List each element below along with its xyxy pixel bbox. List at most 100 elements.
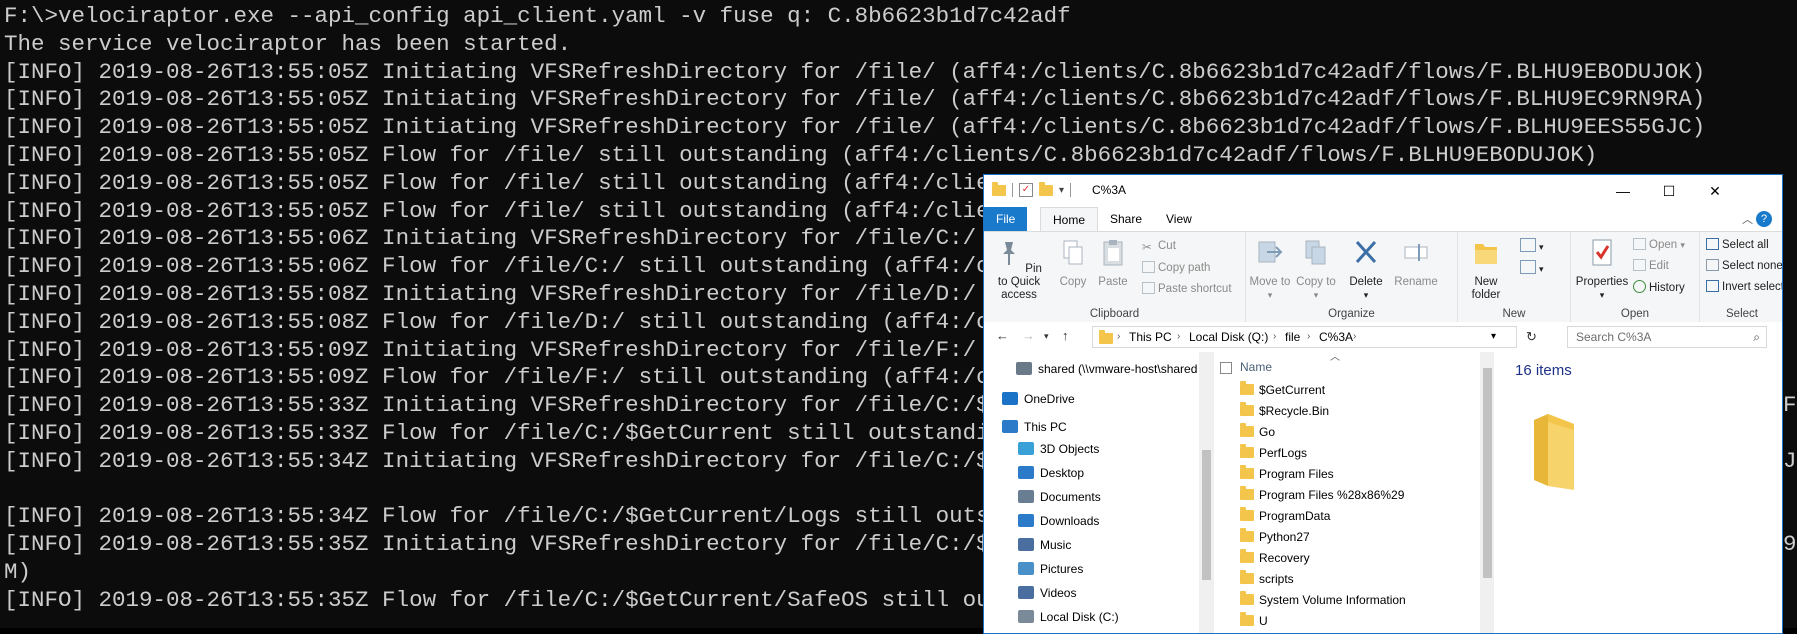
invert-selection-button[interactable]: Invert selection xyxy=(1706,280,1782,293)
details-pane: 16 items xyxy=(1494,352,1782,633)
address-bar-row: ← → ▾ ↑ › This PC › Local Disk (Q:) › fi… xyxy=(984,322,1782,352)
chevron-right-icon: › xyxy=(1307,331,1311,342)
nav-item-label: Videos xyxy=(1040,586,1077,600)
list-item[interactable]: Program Files xyxy=(1240,464,1334,485)
copy-to-button[interactable]: Copy to ▾ xyxy=(1294,238,1338,302)
list-item[interactable]: Python27 xyxy=(1240,527,1310,548)
pin-quick-access-button[interactable]: Pin to Quick access xyxy=(990,238,1048,302)
folder-icon xyxy=(1240,507,1254,521)
nav-item[interactable]: Music xyxy=(1018,534,1071,556)
delete-button[interactable]: Delete ▾ xyxy=(1344,238,1388,302)
list-item[interactable]: Program Files %28x86%29 xyxy=(1240,485,1404,506)
nav-item-label: Desktop xyxy=(1040,466,1085,480)
address-bar[interactable]: › This PC › Local Disk (Q:) › file › C%3… xyxy=(1092,326,1517,348)
paste-shortcut-icon xyxy=(1142,282,1155,294)
edit-icon xyxy=(1633,259,1646,271)
cut-button[interactable]: ✂ Cut xyxy=(1142,240,1176,254)
paste-button[interactable]: Paste xyxy=(1096,238,1130,289)
new-folder-button[interactable]: New folder xyxy=(1462,238,1510,302)
folder-icon xyxy=(1240,591,1254,605)
copy-path-icon xyxy=(1142,261,1155,273)
nav-item-label: OneDrive xyxy=(1024,392,1075,406)
breadcrumb-this-pc[interactable]: This PC xyxy=(1129,327,1172,347)
back-button[interactable]: ← xyxy=(996,328,1009,343)
address-dropdown-icon[interactable]: ▾ xyxy=(1491,327,1496,347)
nav-item[interactable]: This PC xyxy=(1002,416,1067,438)
nav-item[interactable]: shared (\\vmware-host\shared xyxy=(1016,358,1197,380)
nav-item[interactable]: Videos xyxy=(1018,582,1076,604)
nav-item-label: shared (\\vmware-host\shared xyxy=(1038,362,1198,376)
properties-button[interactable]: Properties ▾ xyxy=(1573,238,1631,302)
breadcrumb-current[interactable]: C%3A xyxy=(1319,327,1353,347)
new-item-button[interactable]: ▾ xyxy=(1520,238,1544,253)
cloud-icon xyxy=(1002,392,1018,405)
list-item[interactable]: Recovery xyxy=(1240,548,1310,569)
window-title: C%3A xyxy=(1092,183,1127,197)
history-button[interactable]: History xyxy=(1633,280,1685,294)
column-header-name[interactable]: Name xyxy=(1240,360,1272,374)
tab-share[interactable]: Share xyxy=(1098,207,1154,231)
tab-view[interactable]: View xyxy=(1154,207,1204,231)
nav-scrollbar[interactable] xyxy=(1199,352,1214,633)
list-item[interactable]: scripts xyxy=(1240,569,1294,590)
chevron-right-icon: › xyxy=(1177,331,1181,342)
list-item[interactable]: PerfLogs xyxy=(1240,443,1307,464)
forward-button[interactable]: → xyxy=(1022,328,1035,343)
search-input[interactable]: Search C%3A ⌕ xyxy=(1567,326,1767,348)
tab-home[interactable]: Home xyxy=(1040,207,1099,232)
new-folder-quick-icon[interactable] xyxy=(1039,181,1053,196)
properties-quick-icon[interactable]: ✓ xyxy=(1019,183,1033,197)
folder-icon xyxy=(1240,486,1254,500)
list-item[interactable]: U xyxy=(1240,611,1268,632)
folder-icon xyxy=(1240,549,1254,563)
select-all-button[interactable]: Select all xyxy=(1706,238,1769,251)
collapse-ribbon-icon[interactable]: ︿ xyxy=(1742,211,1753,227)
chevron-down-icon[interactable]: ▾ xyxy=(1059,185,1064,196)
rename-button[interactable]: Rename xyxy=(1392,238,1440,289)
edit-button[interactable]: Edit xyxy=(1633,259,1669,272)
maximize-button[interactable]: ☐ xyxy=(1646,175,1692,207)
nav-item[interactable]: Pictures xyxy=(1018,558,1083,580)
folder-icon xyxy=(1099,330,1113,344)
list-item-label: PerfLogs xyxy=(1259,446,1308,460)
nav-item-label: Documents xyxy=(1040,490,1101,504)
open-button[interactable]: Open ▾ xyxy=(1633,238,1685,251)
nav-item[interactable]: Local Disk (C:) xyxy=(1018,606,1119,628)
nav-item[interactable]: OneDrive xyxy=(1002,388,1075,410)
list-item[interactable]: Go xyxy=(1240,422,1275,443)
console-line: [INFO] 2019-08-26T13:55:35Z Initiating V… xyxy=(4,531,1017,558)
close-button[interactable]: ✕ xyxy=(1692,175,1738,207)
easy-access-button[interactable]: ▾ xyxy=(1520,260,1544,275)
file-list-scrollbar[interactable] xyxy=(1480,352,1495,633)
title-bar[interactable]: ✓ ▾ C%3A — ☐ ✕ xyxy=(984,175,1782,207)
scissors-icon: ✂ xyxy=(1142,242,1152,254)
select-all-checkbox[interactable] xyxy=(1220,362,1232,374)
copy-button[interactable]: Copy xyxy=(1056,238,1090,289)
up-button[interactable]: ↑ xyxy=(1062,328,1069,343)
list-item[interactable]: $GetCurrent xyxy=(1240,380,1325,401)
breadcrumb-local-disk[interactable]: Local Disk (Q:) xyxy=(1189,327,1268,347)
nav-item[interactable]: Downloads xyxy=(1018,510,1099,532)
refresh-icon[interactable]: ↻ xyxy=(1526,329,1537,345)
list-item[interactable]: ProgramData xyxy=(1240,506,1330,527)
nav-item[interactable]: Documents xyxy=(1018,486,1101,508)
navigation-pane[interactable]: shared (\\vmware-host\shared OneDrive This… xyxy=(984,352,1214,633)
paste-shortcut-button[interactable]: Paste shortcut xyxy=(1142,282,1232,295)
breadcrumb-file[interactable]: file xyxy=(1285,327,1300,347)
tab-file[interactable]: File xyxy=(984,207,1028,231)
chevron-right-icon: › xyxy=(1117,331,1121,342)
nav-item[interactable]: 3D Objects xyxy=(1018,438,1099,460)
file-list[interactable]: Name ︿ $GetCurrent $Recycle.Bin Go PerfLogs… xyxy=(1214,352,1479,633)
help-icon[interactable]: ? xyxy=(1756,211,1772,227)
move-to-button[interactable]: Move to ▾ xyxy=(1248,238,1292,302)
select-none-button[interactable]: Select none xyxy=(1706,259,1782,272)
list-item[interactable]: $Recycle.Bin xyxy=(1240,401,1329,422)
copy-path-button[interactable]: Copy path xyxy=(1142,261,1210,274)
cube-icon xyxy=(1018,442,1034,455)
minimize-button[interactable]: — xyxy=(1600,175,1646,207)
recent-locations-icon[interactable]: ▾ xyxy=(1044,331,1049,342)
list-item[interactable]: System Volume Information xyxy=(1240,590,1406,611)
nav-item[interactable]: Desktop xyxy=(1018,462,1084,484)
nav-item-label: Local Disk (C:) xyxy=(1040,610,1119,624)
list-item-label: $Recycle.Bin xyxy=(1259,404,1330,418)
